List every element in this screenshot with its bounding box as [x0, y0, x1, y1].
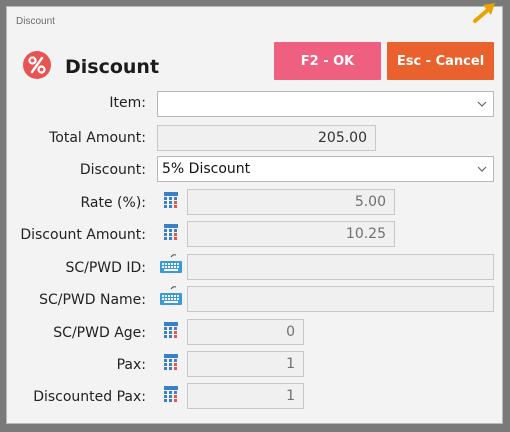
pax-label: Pax:: [116, 357, 146, 373]
calculator-icon[interactable]: [164, 354, 178, 370]
resize-arrow-icon[interactable]: [469, 1, 499, 25]
dialog-heading: Discount: [65, 56, 160, 78]
item-dropdown[interactable]: [157, 91, 494, 117]
rate-label: Rate (%):: [80, 195, 147, 211]
total-amount-label: Total Amount:: [49, 130, 146, 146]
sc-pwd-name-label: SC/PWD Name:: [39, 292, 146, 308]
discount-dropdown[interactable]: 5% Discount: [157, 156, 494, 182]
discount-amount-label: Discount Amount:: [20, 227, 146, 243]
sc-pwd-age-value: 0: [286, 324, 295, 340]
calculator-icon[interactable]: [164, 322, 178, 338]
total-amount-field: 205.00: [157, 125, 376, 151]
percent-icon: [23, 51, 51, 79]
discount-amount-value: 10.25: [345, 226, 386, 242]
window-title: Discount: [16, 16, 55, 27]
discounted-pax-value: 1: [286, 388, 295, 404]
cancel-button[interactable]: Esc - Cancel: [387, 42, 494, 80]
sc-pwd-age-field[interactable]: 0: [187, 319, 304, 345]
rate-field[interactable]: 5.00: [187, 189, 395, 215]
discount-label: Discount:: [79, 162, 146, 178]
chevron-down-icon: [477, 166, 487, 172]
keyboard-icon[interactable]: [159, 253, 183, 275]
pax-field[interactable]: 1: [187, 351, 304, 377]
item-label: Item:: [109, 95, 146, 111]
sc-pwd-id-label: SC/PWD ID:: [65, 260, 146, 276]
discounted-pax-label: Discounted Pax:: [33, 389, 146, 405]
discount-value: 5% Discount: [162, 161, 251, 177]
sc-pwd-id-field[interactable]: [187, 254, 494, 280]
calculator-icon[interactable]: [164, 386, 178, 402]
total-amount-value: 205.00: [318, 130, 367, 146]
sc-pwd-age-label: SC/PWD Age:: [53, 325, 146, 341]
discount-amount-field[interactable]: 10.25: [187, 221, 395, 247]
calculator-icon[interactable]: [164, 192, 178, 208]
ok-button[interactable]: F2 - OK: [274, 42, 381, 80]
chevron-down-icon: [477, 101, 487, 107]
discount-dialog: Discount Discount F2 - OK Esc - Cancel I…: [6, 3, 503, 424]
pax-value: 1: [286, 356, 295, 372]
rate-value: 5.00: [354, 194, 386, 210]
discounted-pax-field[interactable]: 1: [187, 383, 304, 409]
keyboard-icon[interactable]: [159, 285, 183, 307]
calculator-icon[interactable]: [164, 224, 178, 240]
sc-pwd-name-field[interactable]: [187, 286, 494, 312]
